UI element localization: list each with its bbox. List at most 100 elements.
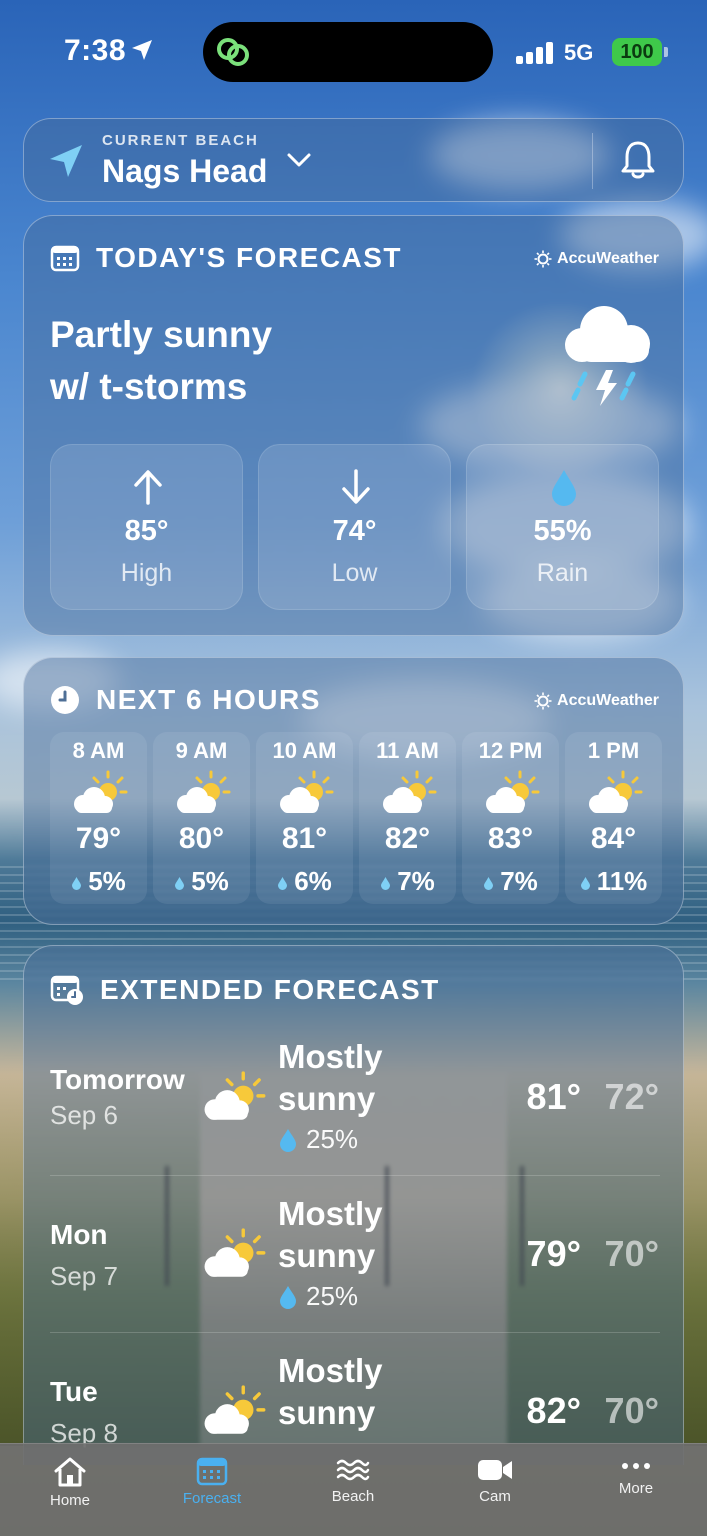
day-low: 70° <box>604 1390 659 1431</box>
rain-chance-tile: 55% Rain <box>466 444 659 610</box>
precip-value: 5% <box>191 866 229 896</box>
tab-label: Cam <box>479 1488 511 1505</box>
tab-home[interactable]: Home <box>10 1456 130 1509</box>
hour-precip: 5% <box>153 866 250 897</box>
condition-line: sunny <box>278 1080 376 1117</box>
tab-label: Forecast <box>182 1490 242 1507</box>
tab-beach[interactable]: Beach <box>293 1456 413 1505</box>
day-date: Sep 6 <box>50 1100 118 1130</box>
condition-line: Mostly <box>278 1038 383 1075</box>
provider-name: AccuWeather <box>557 692 659 709</box>
tab-label: More <box>618 1480 654 1497</box>
tab-forecast[interactable]: Forecast <box>152 1456 272 1507</box>
high-temp-tile: 85° High <box>50 444 243 610</box>
daily-forecast-row[interactable]: Tomorrow Sep 6 Mostly sunny 25% 81° 72° <box>24 1018 685 1175</box>
day-name: Tue <box>50 1376 98 1407</box>
hour-time: 10 AM <box>272 738 337 763</box>
calendar-icon <box>50 245 80 272</box>
raindrop-icon <box>280 1128 296 1152</box>
hour-temp: 81° <box>281 822 328 855</box>
hour-time: 8 AM <box>72 738 125 763</box>
day-condition: Mostly sunny <box>278 1350 448 1434</box>
partly-sunny-icon <box>177 770 231 813</box>
video-camera-icon <box>478 1460 512 1480</box>
precip-value: 5% <box>88 866 126 896</box>
hour-temp: 84° <box>590 822 637 855</box>
beach-name[interactable]: Nags Head <box>102 153 267 190</box>
partly-sunny-icon <box>204 1071 266 1120</box>
hourly-item: 9 AM 80° 5% <box>153 732 250 904</box>
low-temp-tile: 74° Low <box>258 444 451 610</box>
current-beach-label: CURRENT BEACH <box>102 132 259 149</box>
card-title: TODAY'S FORECAST <box>96 242 403 273</box>
location-services-icon <box>132 40 152 60</box>
chevron-down-icon[interactable] <box>286 151 312 169</box>
accuweather-logo: AccuWeather <box>534 250 659 268</box>
calendar-clock-icon <box>50 975 83 1005</box>
tab-label: Beach <box>331 1488 375 1505</box>
bell-icon[interactable] <box>618 139 658 181</box>
day-name: Mon <box>50 1219 108 1250</box>
condition-line: w/ t-storms <box>50 366 248 407</box>
raindrop-icon <box>175 877 185 891</box>
status-bar: 7:38 5G 100 <box>0 0 707 100</box>
hourly-item: 11 AM 82° 7% <box>359 732 456 904</box>
tab-cam[interactable]: Cam <box>435 1456 555 1505</box>
partly-sunny-icon <box>204 1228 266 1277</box>
hour-precip: 5% <box>50 866 147 897</box>
extended-forecast-card: EXTENDED FORECAST Tomorrow Sep 6 Mostly … <box>23 945 684 1465</box>
partly-sunny-icon <box>204 1385 266 1434</box>
rain-chance-value: 55% <box>533 515 592 547</box>
precip-value: 7% <box>500 866 538 896</box>
more-dots-icon <box>622 1463 650 1469</box>
partly-sunny-icon <box>383 770 437 813</box>
partly-sunny-icon <box>74 770 128 813</box>
hour-precip: 11% <box>565 866 662 897</box>
raindrop-icon <box>580 877 590 891</box>
hour-temp: 83° <box>487 822 534 855</box>
condition-line: Partly sunny <box>50 314 273 355</box>
card-header: EXTENDED FORECAST <box>50 974 440 1006</box>
hour-precip: 7% <box>462 866 559 897</box>
day-high: 82° <box>526 1390 581 1431</box>
raindrop-icon <box>552 470 576 506</box>
raindrop-icon <box>381 877 391 891</box>
thunderstorm-icon <box>565 306 650 406</box>
divider <box>592 133 593 189</box>
hourly-list: 8 AM 79° 5% 9 AM 80° 5% 10 AM 81° 6% 11 … <box>50 732 662 904</box>
partly-sunny-icon <box>589 770 643 813</box>
arrow-up-icon <box>134 470 162 505</box>
hour-time: 1 PM <box>587 738 640 763</box>
network-type: 5G <box>564 40 594 65</box>
raindrop-icon <box>278 877 288 891</box>
accuweather-sun-icon <box>534 250 552 268</box>
card-title: EXTENDED FORECAST <box>100 974 440 1005</box>
rain-value: 25% <box>306 1281 359 1311</box>
arrow-down-icon <box>342 469 370 504</box>
beach-selector-card[interactable]: CURRENT BEACH Nags Head <box>23 118 684 202</box>
day-low: 72° <box>604 1076 659 1117</box>
daily-forecast-row[interactable]: Mon Sep 7 Mostly sunny 25% 79° 70° <box>24 1175 685 1332</box>
low-temp-label: Low <box>331 559 378 587</box>
hourly-item: 10 AM 81° 6% <box>256 732 353 904</box>
raindrop-icon <box>280 1285 296 1309</box>
home-icon <box>54 1457 86 1487</box>
tab-label: Home <box>49 1492 90 1509</box>
precip-value: 6% <box>294 866 332 896</box>
low-temp-value: 74° <box>332 515 377 547</box>
hourly-item: 8 AM 79° 5% <box>50 732 147 904</box>
day-high: 79° <box>526 1233 581 1274</box>
condition-line: Mostly <box>278 1195 383 1232</box>
condition-line: Mostly <box>278 1352 383 1389</box>
partly-sunny-icon <box>280 770 334 813</box>
hour-time: 9 AM <box>175 738 228 763</box>
day-rain: 25% <box>278 1124 358 1155</box>
battery-tip <box>664 47 668 57</box>
rain-chance-label: Rain <box>536 559 589 587</box>
accuweather-sun-icon <box>534 692 552 710</box>
day-rain: 25% <box>278 1281 358 1312</box>
cellular-signal-icon <box>516 40 554 64</box>
tab-more[interactable]: More <box>576 1456 696 1497</box>
battery-indicator: 100 <box>612 38 662 66</box>
day-high: 81° <box>526 1076 581 1117</box>
